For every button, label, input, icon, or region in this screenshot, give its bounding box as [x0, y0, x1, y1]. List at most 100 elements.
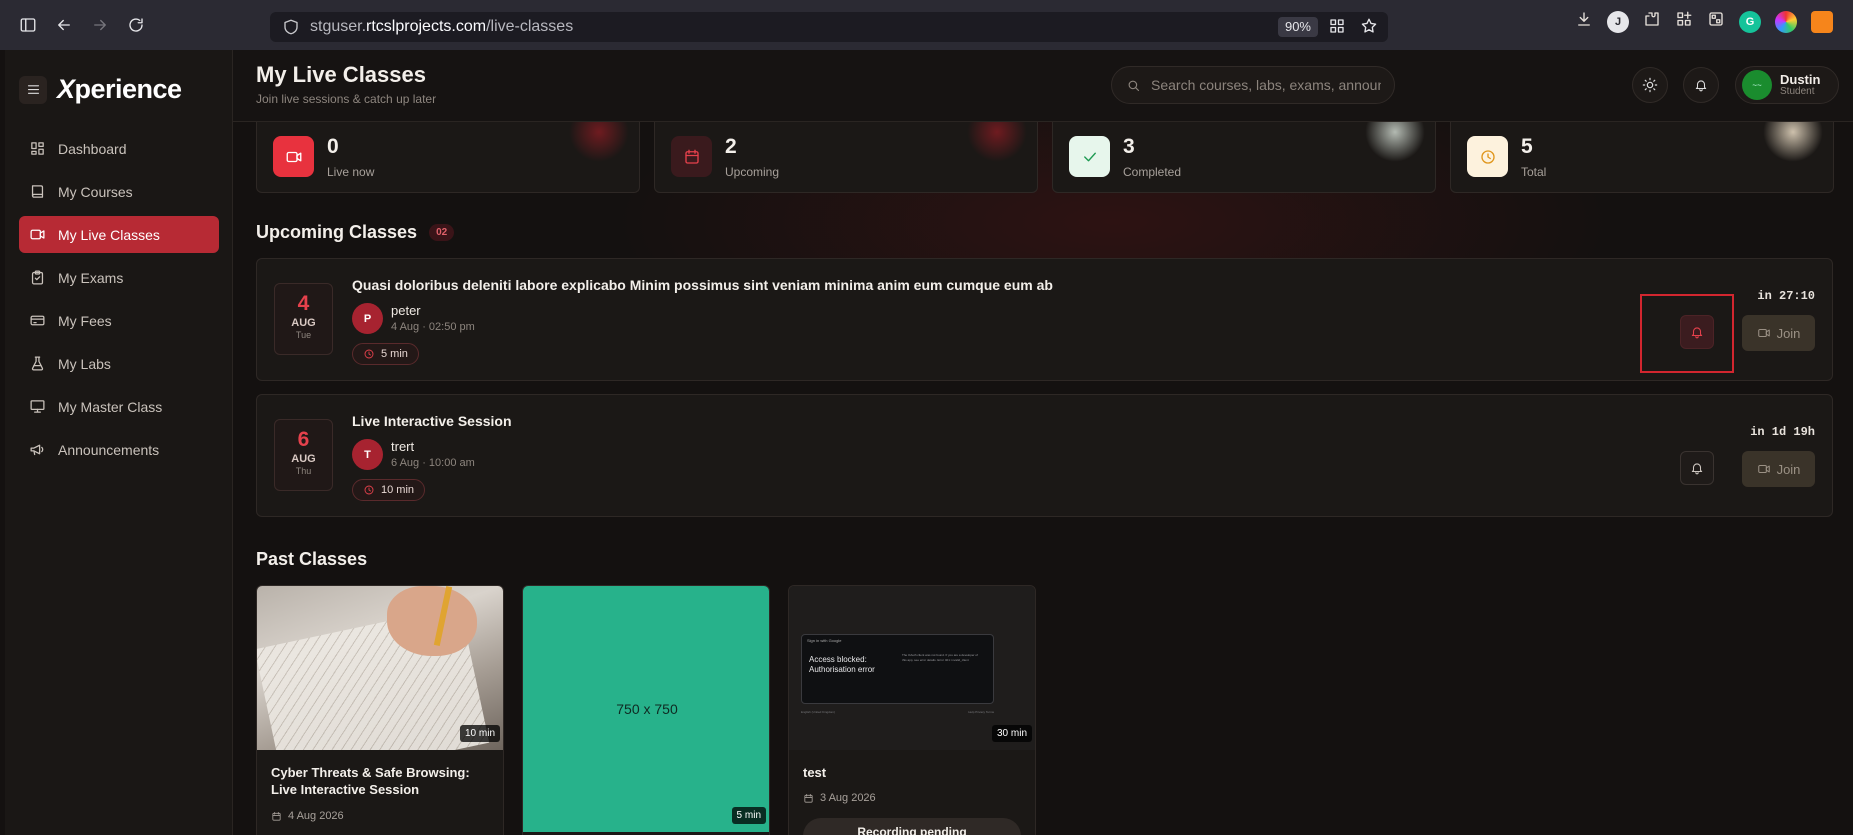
sidebar-item-label: My Labs: [58, 355, 111, 372]
sidebar-nav: Dashboard My Courses My Live Classes My …: [19, 130, 219, 474]
calendar-icon: [671, 136, 712, 177]
user-menu[interactable]: ~~ Dustin Student: [1735, 66, 1839, 104]
app-logo[interactable]: Xperience: [57, 74, 182, 105]
stat-upcoming: 2 Upcoming: [654, 122, 1038, 193]
thumbnail-screenshot: Sign in with Google Access blocked: Auth…: [801, 634, 994, 704]
qr-icon[interactable]: [1707, 10, 1725, 33]
metamask-fox-icon[interactable]: [1811, 10, 1833, 33]
reload-icon[interactable]: [118, 7, 154, 43]
past-class-card[interactable]: 10 min Cyber Threats & Safe Browsing: Li…: [256, 585, 504, 835]
join-button[interactable]: Join: [1742, 315, 1815, 351]
bookmark-star-icon[interactable]: [1360, 17, 1378, 40]
reminder-bell-button[interactable]: [1680, 315, 1714, 349]
back-icon[interactable]: [46, 7, 82, 43]
sidebar-item-label: My Master Class: [58, 398, 163, 415]
url-path: /live-classes: [486, 18, 574, 35]
megaphone-icon: [30, 444, 44, 456]
page-title: My Live Classes: [256, 62, 426, 87]
join-label: Join: [1776, 325, 1801, 341]
sidebar-item-my-exams[interactable]: My Exams: [19, 259, 219, 296]
class-title: Cyber Threats & Safe Browsing: Live Inte…: [271, 765, 470, 797]
sidebar-item-label: My Courses: [58, 183, 133, 200]
grammarly-icon[interactable]: G: [1739, 10, 1761, 33]
class-thumbnail: 10 min: [257, 586, 503, 750]
zoom-badge[interactable]: 90%: [1277, 17, 1318, 37]
upcoming-classes-heading: Upcoming Classes 02: [256, 222, 455, 243]
extensions-puzzle-icon[interactable]: [1643, 10, 1661, 33]
url-bar[interactable]: stguser. rtcslprojects.com/live-classes 9…: [270, 12, 1388, 42]
search-input[interactable]: [1151, 77, 1381, 93]
hamburger-menu-icon[interactable]: [19, 75, 47, 104]
sidebar-item-my-labs[interactable]: My Labs: [19, 345, 219, 382]
date-month: AUG: [291, 453, 316, 465]
stat-value: 2: [725, 135, 737, 158]
color-picker-icon[interactable]: [1775, 10, 1797, 33]
search-icon: [1128, 80, 1140, 91]
date-day: 6: [297, 428, 310, 451]
sidebar-item-dashboard[interactable]: Dashboard: [19, 130, 219, 167]
sidebar-item-label: Announcements: [58, 441, 160, 458]
duration-pill: 10 min: [352, 479, 426, 501]
upcoming-class-card: 6 AUG Thu Live Interactive Session T tre…: [256, 394, 1833, 517]
sidebar-item-label: Dashboard: [58, 140, 127, 157]
date-weekday: Thu: [295, 466, 312, 476]
sidebar-item-my-courses[interactable]: My Courses: [19, 173, 219, 210]
duration-text: 5 min: [381, 348, 408, 360]
download-icon[interactable]: [1575, 10, 1593, 33]
stat-label: Total: [1521, 165, 1547, 179]
sidebar-item-my-fees[interactable]: My Fees: [19, 302, 219, 339]
video-icon: [273, 136, 314, 177]
grid-icon[interactable]: [1328, 17, 1346, 40]
sidebar-item-announcements[interactable]: Announcements: [19, 431, 219, 468]
instructor-avatar: T: [352, 439, 383, 470]
stat-total: 5 Total: [1450, 122, 1834, 193]
presentation-icon: [30, 400, 45, 413]
count-badge: 02: [429, 224, 455, 241]
past-class-card[interactable]: Sign in with Google Access blocked: Auth…: [788, 585, 1036, 835]
video-icon: [30, 229, 45, 240]
theme-toggle-sun-icon[interactable]: [1632, 67, 1668, 103]
user-role: Student: [1780, 86, 1815, 97]
class-date: 4 Aug 2026: [271, 810, 344, 822]
search-box[interactable]: [1111, 66, 1395, 104]
apps-icon[interactable]: [1675, 10, 1693, 33]
recording-pending-button[interactable]: Recording pending: [803, 818, 1021, 835]
notification-bell-icon[interactable]: [1683, 67, 1719, 103]
stats-row: 0 Live now 2 Upcoming 3 Completed 5 Tota…: [256, 122, 1834, 193]
bell-icon: [1691, 463, 1703, 475]
clock-icon: [364, 349, 374, 359]
stat-value: 0: [327, 135, 339, 158]
forward-icon[interactable]: [82, 7, 118, 43]
duration-text: 10 min: [381, 484, 415, 496]
class-title: Live Interactive Session: [352, 413, 512, 429]
sidebar-item-my-live-classes[interactable]: My Live Classes: [19, 216, 219, 253]
date-day: 4: [297, 292, 310, 315]
date-month: AUG: [291, 317, 316, 329]
page-subtitle: Join live sessions & catch up later: [256, 92, 437, 106]
clock-icon: [1467, 136, 1508, 177]
section-title: Past Classes: [256, 549, 368, 569]
reminder-bell-button[interactable]: [1680, 451, 1714, 485]
page-header: My Live Classes Join live sessions & cat…: [233, 50, 1853, 122]
stat-label: Completed: [1123, 165, 1182, 179]
past-class-card[interactable]: 750 x 750 5 min: [522, 585, 770, 835]
section-title: Upcoming Classes: [256, 222, 418, 242]
video-icon: [1757, 464, 1770, 474]
class-time: 4 Aug · 02:50 pm: [391, 321, 475, 333]
calendar-icon: [804, 793, 813, 803]
class-time: 6 Aug · 10:00 am: [391, 457, 475, 469]
sidebar: Xperience Dashboard My Courses My Live C…: [5, 50, 233, 835]
countdown: in 27:10: [1757, 289, 1815, 303]
sidebar-item-my-master-class[interactable]: My Master Class: [19, 388, 219, 425]
avatar: ~~: [1742, 70, 1772, 100]
join-button[interactable]: Join: [1742, 451, 1815, 487]
extension-j-icon[interactable]: J: [1607, 10, 1629, 33]
duration-tag: 10 min: [459, 725, 500, 742]
check-icon: [1069, 136, 1110, 177]
main-content: 0 Live now 2 Upcoming 3 Completed 5 Tota…: [233, 122, 1853, 835]
placeholder-text: 750 x 750: [616, 701, 678, 717]
date-box: 6 AUG Thu: [274, 419, 333, 491]
bell-icon: [1691, 327, 1703, 339]
sidebar-toggle-icon[interactable]: [10, 7, 46, 43]
flask-icon: [31, 356, 44, 371]
